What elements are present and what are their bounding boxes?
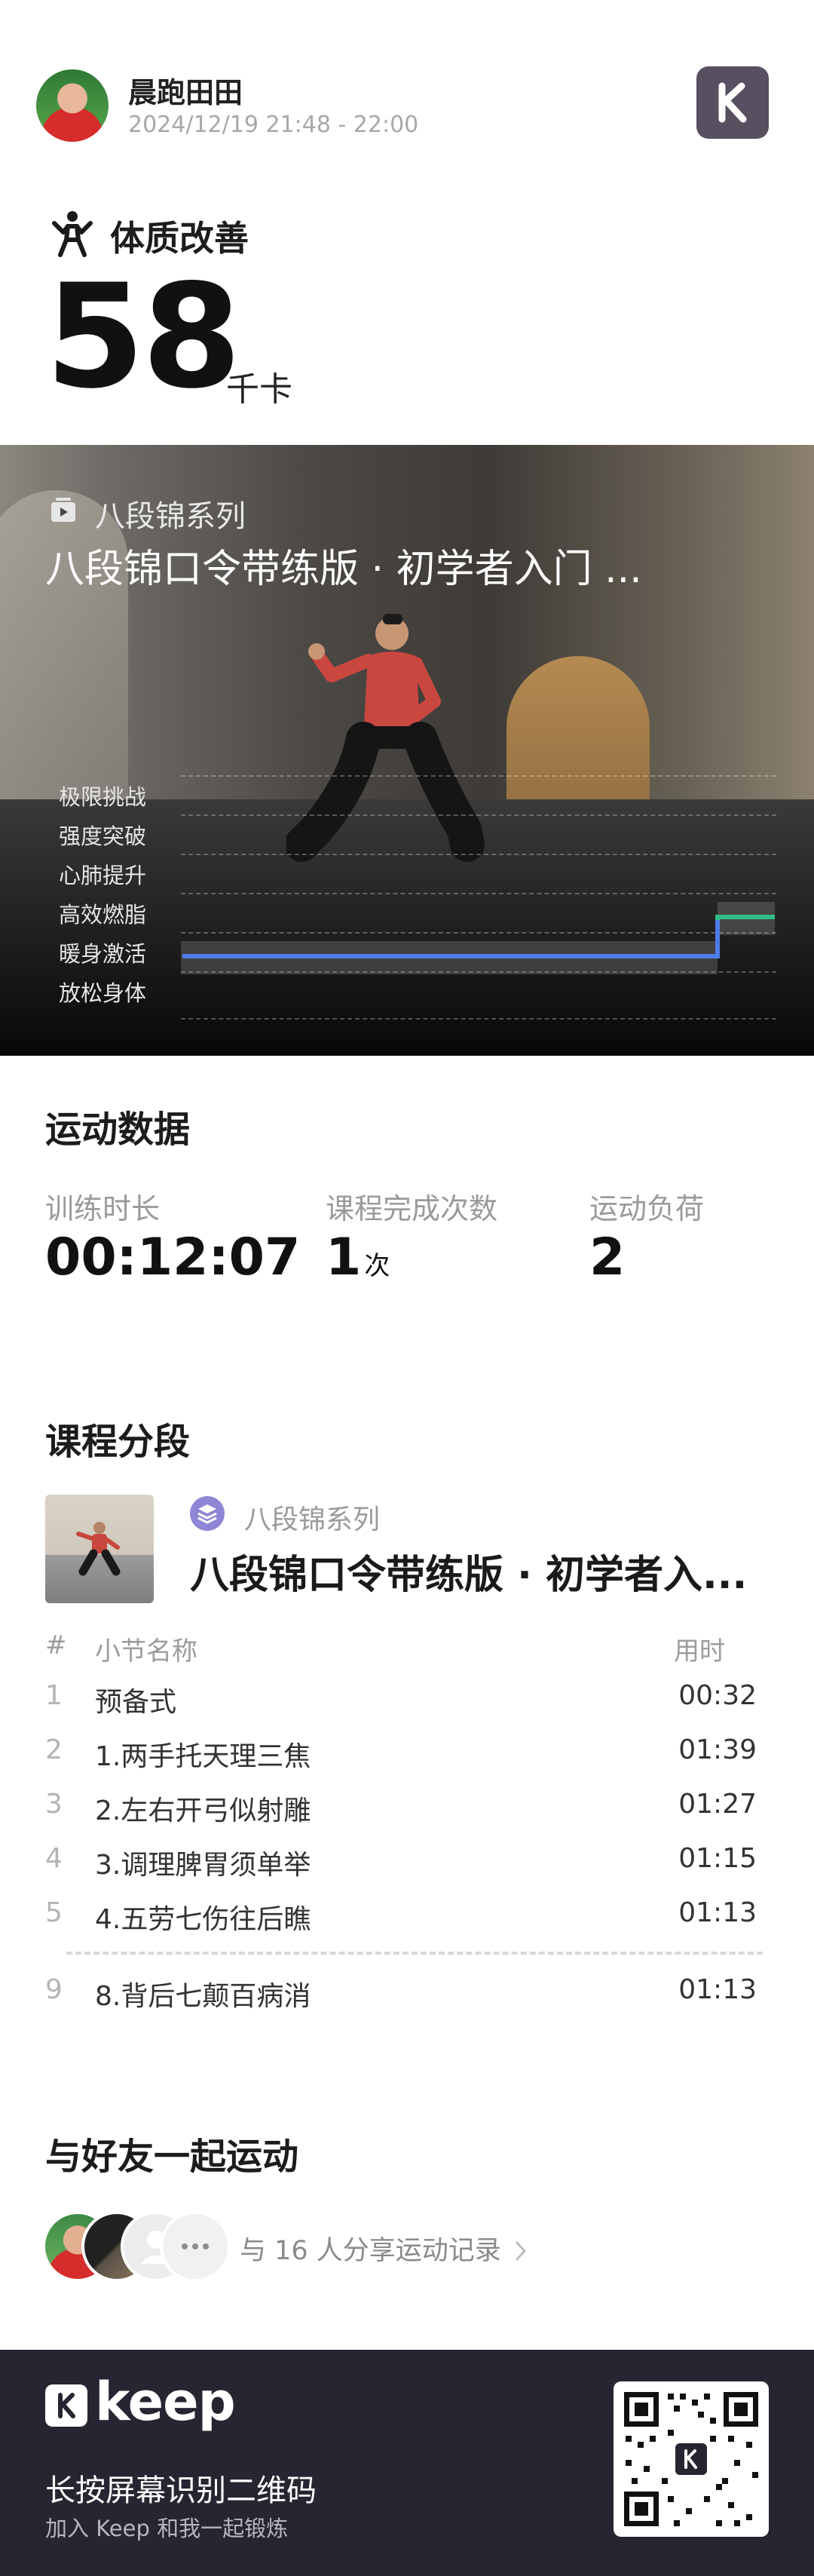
stats-title: 运动数据 — [45, 1109, 191, 1151]
stat-label-load: 运动负荷 — [589, 1192, 705, 1225]
segment-time: 01:27 — [678, 1789, 757, 1820]
segment-row: 4 3.调理脾胃须单举 01:15 — [45, 1843, 757, 1888]
col-header-name: 小节名称 — [95, 1636, 197, 1667]
stat-unit-completions: 次 — [364, 1251, 390, 1281]
segment-index: 4 — [45, 1843, 63, 1874]
workout-time-range: 2024/12/19 21:48 - 22:00 — [128, 112, 419, 138]
course-thumbnail[interactable] — [45, 1495, 154, 1603]
stat-value-completions: 1次 — [326, 1228, 390, 1287]
segment-row: 9 8.背后七颠百病消 01:13 — [45, 1974, 757, 2019]
keep-k-icon — [45, 2384, 87, 2427]
footer-subtitle: 加入 Keep 和我一起锻炼 — [45, 2516, 289, 2541]
user-name: 晨跑田田 — [128, 76, 243, 109]
segment-name: 2.左右开弓似射雕 — [95, 1796, 311, 1826]
stack-icon — [190, 1496, 225, 1531]
stat-value-duration: 00:12:07 — [45, 1228, 301, 1287]
keep-logo-icon — [696, 66, 769, 139]
segment-row: 2 1.两手托天理三焦 01:39 — [45, 1734, 757, 1780]
footer-title: 长按屏幕识别二维码 — [45, 2473, 317, 2508]
stat-label-duration: 训练时长 — [45, 1192, 161, 1225]
segments-title: 课程分段 — [45, 1421, 191, 1463]
footer-banner: keep 长按屏幕识别二维码 加入 Keep 和我一起锻炼 — [0, 2350, 814, 2576]
friends-title: 与好友一起运动 — [45, 2136, 299, 2178]
segment-time: 01:15 — [678, 1843, 757, 1874]
segment-time: 01:13 — [678, 1897, 757, 1928]
col-header-time: 用时 — [674, 1636, 725, 1667]
stat-label-completions: 课程完成次数 — [326, 1192, 498, 1225]
strength-person-icon — [50, 210, 95, 258]
segment-index: 2 — [45, 1734, 63, 1765]
segment-row: 1 预备式 00:32 — [45, 1680, 757, 1725]
segment-name: 4.五劳七伤往后瞧 — [95, 1904, 311, 1935]
chevron-right-icon — [516, 2241, 526, 2261]
series-icon — [50, 496, 77, 523]
segments-series-name: 八段锦系列 — [244, 1504, 381, 1535]
ellipsis-icon[interactable] — [160, 2211, 231, 2282]
qr-code[interactable] — [614, 2381, 769, 2537]
segments-course-title[interactable]: 八段锦口令带练版 · 初学者入... — [190, 1543, 747, 1599]
calories-value: 58 — [45, 253, 241, 420]
segment-index: 9 — [45, 1974, 63, 2005]
segment-index: 5 — [45, 1897, 63, 1928]
segment-time: 01:13 — [678, 1974, 757, 2005]
hero-series-name: 八段锦系列 — [95, 499, 246, 534]
segment-index: 1 — [45, 1680, 63, 1711]
segment-index: 3 — [45, 1789, 63, 1820]
segment-name: 1.两手托天理三焦 — [95, 1741, 311, 1772]
segment-time: 01:39 — [678, 1734, 757, 1765]
segment-name: 3.调理脾胃须单举 — [95, 1850, 311, 1881]
hero-course-title[interactable]: 八段锦口令带练版 · 初学者入门 ... — [45, 537, 642, 593]
keep-wordmark: keep — [95, 2371, 236, 2433]
segment-row: 3 2.左右开弓似射雕 01:27 — [45, 1789, 757, 1834]
col-header-index: # — [45, 1630, 67, 1661]
collapsed-rows-divider[interactable] — [66, 1952, 763, 1955]
calories-unit: 千卡 — [226, 370, 292, 409]
segment-name: 预备式 — [95, 1687, 177, 1718]
stat-value-load: 2 — [589, 1228, 626, 1287]
share-text: 与 16 人分享运动记录 — [240, 2236, 501, 2266]
user-avatar[interactable] — [36, 69, 109, 142]
share-link[interactable]: 与 16 人分享运动记录 — [240, 2229, 529, 2268]
segment-name: 8.背后七颠百病消 — [95, 1981, 311, 2012]
segment-time: 00:32 — [678, 1680, 757, 1711]
segment-row: 5 4.五劳七伤往后瞧 01:13 — [45, 1897, 757, 1943]
